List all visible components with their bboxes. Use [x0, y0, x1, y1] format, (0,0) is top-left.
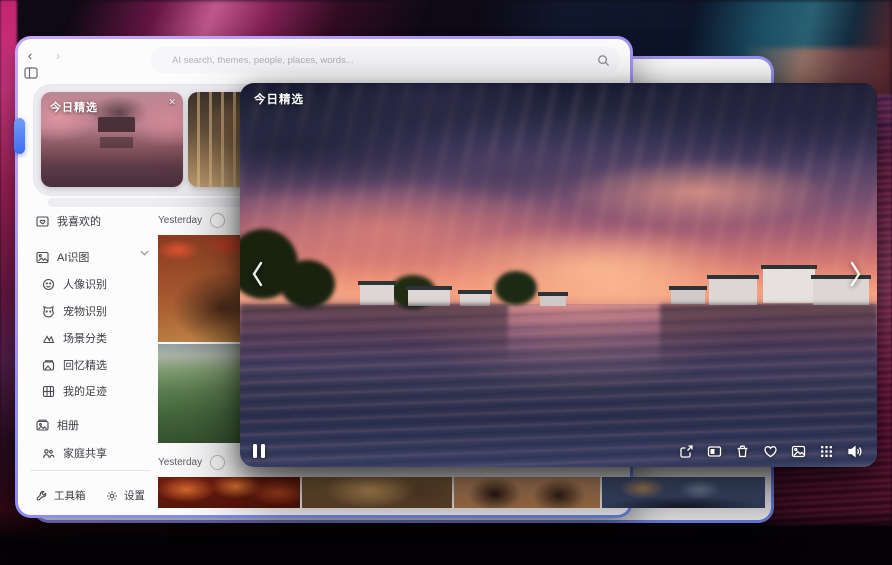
- sidebar-item-label: 我的足迹: [63, 383, 107, 399]
- footprints-icon: [42, 385, 55, 398]
- sidebar-item-label: 场景分类: [63, 330, 107, 346]
- albums-icon: [36, 419, 49, 432]
- sidebar-item-label: 宠物识别: [63, 303, 107, 319]
- sidebar-item-memories[interactable]: 回忆精选: [42, 356, 107, 374]
- volume-icon[interactable]: [847, 444, 863, 459]
- tree-silhouette: [495, 271, 537, 305]
- sidebar-item-label: 我喜欢的: [57, 213, 101, 229]
- tree-silhouette: [280, 260, 335, 308]
- sidebar-item-scene-category[interactable]: 场景分类: [42, 329, 107, 347]
- sidebar-item-face-recognition[interactable]: 人像识别: [42, 275, 107, 293]
- featured-card-today[interactable]: 今日精选 ✕: [41, 92, 183, 187]
- section-label: Yesterday: [158, 457, 202, 468]
- chevron-down-icon[interactable]: [140, 250, 149, 256]
- sidebar-item-settings[interactable]: 设置: [106, 488, 145, 503]
- sidebar-item-ai-recognition[interactable]: AI识图: [36, 248, 89, 266]
- select-all-checkbox[interactable]: [210, 213, 225, 228]
- scene-category-icon: [42, 332, 55, 345]
- photo-thumbnail[interactable]: [454, 477, 600, 508]
- gear-icon: [106, 490, 118, 502]
- sidebar-item-label: AI识图: [57, 249, 89, 265]
- memories-icon: [42, 359, 55, 372]
- heart-icon[interactable]: [763, 444, 778, 459]
- house-silhouette: [540, 296, 566, 306]
- edge-handle[interactable]: [14, 118, 25, 154]
- sidebar-item-favorites[interactable]: 我喜欢的: [36, 212, 101, 230]
- pause-button[interactable]: [253, 444, 265, 458]
- close-icon[interactable]: ✕: [168, 97, 176, 108]
- sidebar-item-label: 相册: [57, 417, 79, 433]
- sidebar-item-label: 人像识别: [63, 276, 107, 292]
- ai-recognition-icon: [36, 251, 49, 264]
- toolbox-icon: [36, 490, 48, 502]
- featured-card-title: 今日精选: [50, 99, 98, 115]
- photo-thumbnail[interactable]: [602, 477, 765, 508]
- photo-icon[interactable]: [791, 444, 806, 459]
- slideshow-controls: [679, 444, 863, 459]
- sidebar-toggle-icon[interactable]: [24, 67, 38, 79]
- favorites-icon: [36, 215, 49, 228]
- sidebar-item-footprints[interactable]: 我的足迹: [42, 382, 107, 400]
- settings-label: 设置: [124, 488, 145, 503]
- grid-view-icon[interactable]: [819, 444, 834, 459]
- pet-recognition-icon: [42, 305, 55, 318]
- family-share-icon: [42, 447, 55, 460]
- house-silhouette: [763, 269, 815, 303]
- search-input[interactable]: [150, 54, 597, 67]
- slideshow-window[interactable]: 今日精选: [240, 83, 877, 467]
- sidebar-item-label: 回忆精选: [63, 357, 107, 373]
- sidebar-item-toolbox[interactable]: 工具箱: [36, 488, 86, 503]
- house-silhouette: [671, 290, 705, 304]
- water-reflection: [660, 304, 877, 373]
- back-button[interactable]: ‹: [22, 47, 38, 63]
- forward-button[interactable]: ›: [50, 47, 66, 63]
- photo-thumbnail[interactable]: [158, 477, 300, 508]
- share-icon[interactable]: [679, 444, 694, 459]
- search-icon[interactable]: [597, 54, 610, 67]
- grid-section-yesterday-1: Yesterday: [158, 213, 225, 228]
- previous-button[interactable]: [249, 259, 265, 289]
- frame-style-icon[interactable]: [707, 444, 722, 459]
- face-recognition-icon: [42, 278, 55, 291]
- slideshow-title: 今日精选: [254, 91, 304, 107]
- sidebar-item-pet-recognition[interactable]: 宠物识别: [42, 302, 107, 320]
- sidebar-item-albums[interactable]: 相册: [36, 416, 79, 434]
- screen: ‹ › 今日精选 ✕ 我喜欢的 AI识图 人像识别: [0, 0, 892, 565]
- toolbox-label: 工具箱: [54, 488, 86, 503]
- sidebar-item-label: 家庭共享: [63, 445, 107, 461]
- grid-section-yesterday-2: Yesterday: [158, 455, 225, 470]
- select-all-checkbox[interactable]: [210, 455, 225, 470]
- sidebar-item-family-share[interactable]: 家庭共享: [42, 444, 107, 462]
- sidebar-divider: [30, 470, 150, 471]
- delete-icon[interactable]: [735, 444, 750, 459]
- house-silhouette: [709, 279, 757, 305]
- search-bar: [150, 47, 620, 73]
- next-button[interactable]: [848, 259, 864, 289]
- section-label: Yesterday: [158, 215, 202, 226]
- photo-thumbnail[interactable]: [302, 477, 452, 508]
- house-silhouette: [360, 285, 394, 305]
- water-reflection: [240, 304, 508, 365]
